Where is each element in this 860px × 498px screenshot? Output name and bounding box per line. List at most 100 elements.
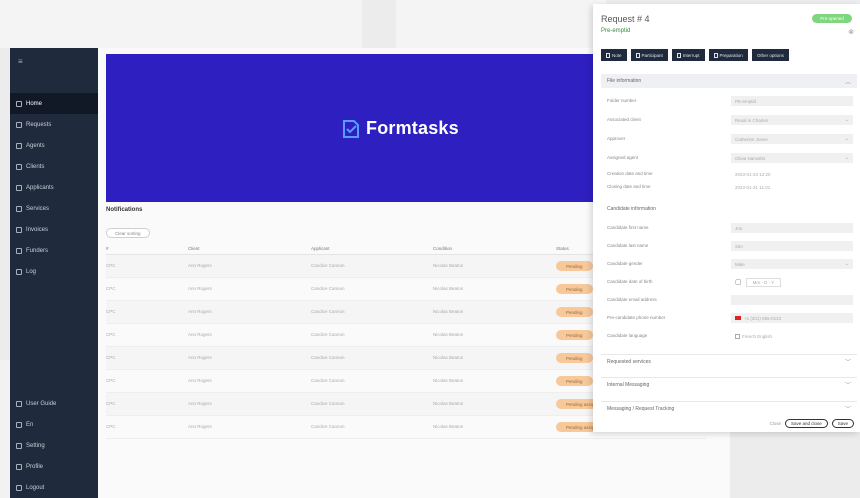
calendar-icon: ▢	[735, 279, 742, 286]
sidebar-item-invoices[interactable]: Invoices	[10, 219, 98, 240]
cell-applicant: Candice Cannon	[311, 401, 345, 406]
sidebar-item-home[interactable]: Home	[10, 93, 98, 114]
field-value: 2023-01-31 11:01	[735, 184, 771, 190]
interrupt-button[interactable]: Interrupt	[671, 49, 705, 61]
language-options: French English	[742, 333, 773, 339]
cell-applicant: Candice Cannon	[311, 355, 345, 360]
sidebar-item-setting[interactable]: Setting	[10, 435, 98, 456]
preparation-button[interactable]: Preparation	[708, 49, 748, 61]
field-select[interactable]: Rexal in Charles ⌄	[731, 115, 853, 125]
sidebar-item-language[interactable]: En	[10, 414, 98, 435]
save-button[interactable]: Save	[831, 419, 854, 428]
cell-applicant: Candice Cannon	[311, 332, 345, 337]
column-header[interactable]: #	[106, 246, 109, 251]
column-header[interactable]: Client	[188, 246, 200, 251]
language-checkboxes[interactable]: French English	[731, 331, 853, 341]
cell-client: Ann Rogers	[188, 355, 212, 360]
sidebar-item-log[interactable]: Log	[10, 261, 98, 282]
button-label: Interrupt	[682, 52, 700, 58]
document-icon	[16, 121, 22, 128]
cell-applicant: Candice Cannon	[311, 424, 345, 429]
field-creation-date: Creation date and time 2023-01-23 12:20	[601, 168, 857, 181]
formtasks-logo-icon	[343, 119, 359, 138]
internal-messaging-section[interactable]: Internal Messaging ﹀	[601, 377, 857, 391]
field-input[interactable]: Jon	[731, 223, 853, 233]
sidebar-item-services[interactable]: Services	[10, 198, 98, 219]
cell-client: Ann Rogers	[188, 332, 212, 337]
cell-condition: Nicolas Beaton	[433, 401, 464, 406]
select-value: Catherine Jones	[735, 136, 768, 142]
request-actions: Note Participant Interrupt Preparation O…	[601, 49, 789, 61]
status-badge: Pending	[556, 353, 593, 363]
phone-input[interactable]: +1 (201) 555-0123	[731, 313, 853, 323]
field-label: Candidate language	[607, 333, 648, 338]
close-icon[interactable]: ⊗	[848, 28, 854, 36]
field-select[interactable]: Catherine Jones ⌄	[731, 134, 853, 144]
clear-sorting-button[interactable]: Clear sorting	[106, 228, 150, 238]
save-and-close-button[interactable]: Save and close	[784, 419, 828, 428]
other-options-button[interactable]: Other options	[751, 49, 789, 61]
requested-services-section[interactable]: Requested services ﹀	[601, 354, 857, 368]
chevron-down-icon: ﹀	[844, 407, 851, 413]
cell-condition: Nicolas Beaton	[433, 263, 464, 268]
cell-applicant: Candice Cannon	[311, 286, 345, 291]
field-label: Candidate date of birth	[607, 279, 653, 284]
gear-icon	[16, 442, 22, 449]
field-label: Creation date and time	[607, 171, 653, 176]
status-badge: Pending	[556, 261, 593, 271]
chevron-down-icon: ﹀	[844, 360, 851, 366]
sidebar-item-label: Home	[26, 100, 43, 107]
sidebar-item-clients[interactable]: Clients	[10, 156, 98, 177]
field-candidate-phone: Pre-candidate phone number +1 (201) 555-0…	[601, 312, 857, 325]
sidebar-item-label: Setting	[26, 442, 45, 449]
note-button[interactable]: Note	[601, 49, 627, 61]
column-header[interactable]: Condition	[433, 246, 452, 251]
field-select[interactable]: Male ⌄	[731, 259, 853, 269]
checkbox-icon[interactable]	[735, 333, 740, 339]
section-title: Requested services	[607, 358, 651, 365]
field-input[interactable]: PE-emptid	[731, 96, 853, 106]
sidebar-bottom-nav: User Guide En Setting Profile Logout	[10, 393, 98, 498]
field-candidate-last-name: Candidate last name Sim	[601, 240, 857, 253]
section-title: File information	[607, 78, 642, 84]
sidebar-nav: Home Requests Agents Clients Applicants …	[10, 93, 98, 282]
field-select[interactable]: Olivia Nanvahs ⌄	[731, 153, 853, 163]
participant-icon	[635, 52, 640, 58]
close-button[interactable]: Close	[769, 421, 781, 426]
invoice-icon	[16, 226, 22, 233]
field-folder-number: Folder number PE-emptid	[601, 95, 857, 108]
button-label: Participant	[641, 52, 663, 58]
messaging-tracking-section[interactable]: Messaging / Request Tracking ﹀	[601, 401, 857, 415]
cell-applicant: Candice Cannon	[311, 309, 345, 314]
cell-id: CPC	[106, 263, 116, 268]
column-header[interactable]: Applicant	[311, 246, 330, 251]
field-assigned-agent: Assigned agent Olivia Nanvahs ⌄	[601, 152, 857, 165]
field-input[interactable]	[731, 295, 853, 305]
sidebar-item-applicants[interactable]: Applicants	[10, 177, 98, 198]
sidebar-item-profile[interactable]: Profile	[10, 456, 98, 477]
field-label: Associated client	[607, 117, 641, 122]
sidebar-item-funders[interactable]: Funders	[10, 240, 98, 261]
sidebar-item-label: Log	[26, 268, 37, 275]
column-header[interactable]: Status	[556, 246, 569, 251]
sidebar-item-agents[interactable]: Agents	[10, 135, 98, 156]
sidebar-item-label: Clients	[26, 163, 45, 170]
participant-button[interactable]: Participant	[630, 49, 668, 61]
field-input[interactable]: Sim	[731, 241, 853, 251]
sidebar-item-requests[interactable]: Requests	[10, 114, 98, 135]
select-value: Male	[735, 261, 745, 267]
sidebar-item-label: Agents	[26, 142, 45, 149]
sidebar-item-user-guide[interactable]: User Guide	[10, 393, 98, 414]
cell-condition: Nicolas Beaton	[433, 424, 464, 429]
field-candidate-dob: Candidate date of birth ▢ Mm - D - Y	[601, 276, 857, 289]
file-information-section[interactable]: File information ︿	[601, 74, 857, 88]
field-closing-date: Closing date and time 2023-01-31 11:01	[601, 181, 857, 194]
menu-icon[interactable]: ≡	[18, 57, 23, 66]
sidebar-item-label: User Guide	[26, 400, 57, 407]
chevron-down-icon: ⌄	[844, 261, 849, 267]
request-panel: Request # 4 Pre-emptid Pre-opened ⊗ Note…	[593, 4, 860, 432]
cell-condition: Nicolas Beaton	[433, 332, 464, 337]
interrupt-icon	[676, 52, 681, 58]
sidebar-item-logout[interactable]: Logout	[10, 477, 98, 498]
date-picker[interactable]: ▢ Mm - D - Y	[731, 277, 853, 287]
